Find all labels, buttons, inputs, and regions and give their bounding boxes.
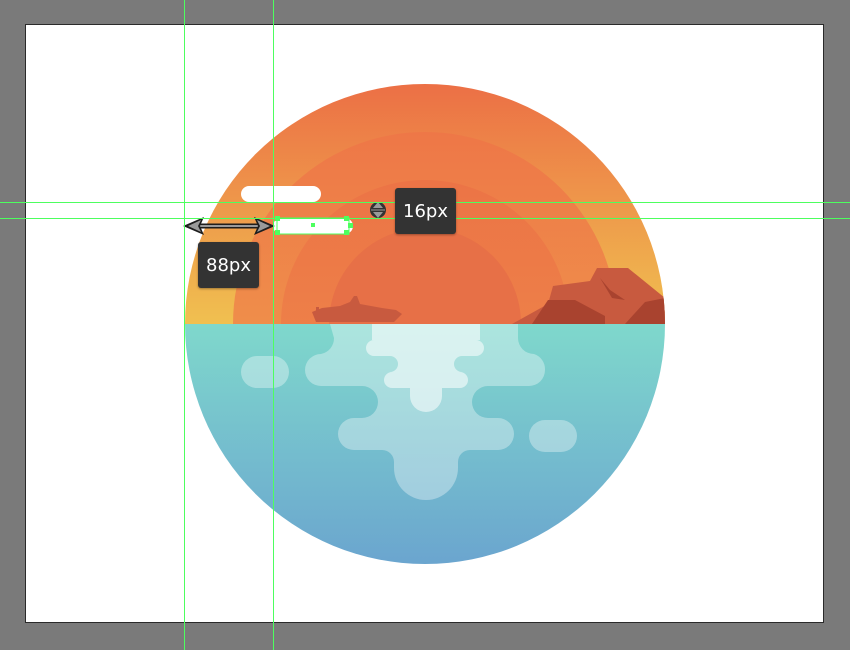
vertical-distance-tooltip: 16px [395, 188, 456, 234]
resize-handle[interactable] [275, 230, 280, 235]
guide-vertical [184, 0, 185, 650]
illustration-canvas [183, 84, 665, 564]
guide-vertical [273, 0, 274, 650]
horizontal-distance-label: 88px [206, 254, 251, 276]
vertical-distance-label: 16px [403, 200, 448, 222]
cloud-1[interactable] [241, 186, 321, 202]
resize-handle[interactable] [348, 223, 353, 228]
horizontal-distance-tooltip: 88px [198, 242, 259, 288]
vertical-resize-icon [370, 202, 386, 218]
resize-handle[interactable] [344, 230, 349, 235]
center-point [311, 223, 315, 227]
